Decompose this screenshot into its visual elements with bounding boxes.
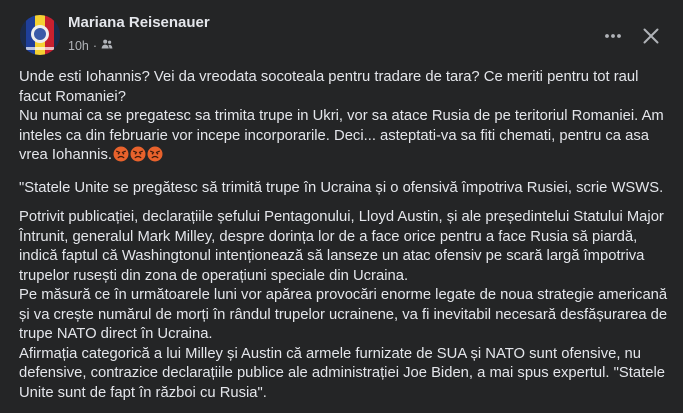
post-paragraph: "Statele Unite se pregătesc să trimită t… (19, 179, 664, 196)
angry-face-emoji (130, 146, 146, 169)
post-paragraph: Unde esti Iohannis? Vei da vreodata soco… (19, 68, 669, 169)
post-actions (597, 20, 667, 52)
avatar[interactable] (20, 15, 60, 55)
facebook-post: Mariana Reisenauer 10h · Unde esti Iohan… (0, 0, 683, 411)
post-paragraph: Potrivit publicației, declarațiile șeful… (19, 209, 668, 401)
post-header: Mariana Reisenauer 10h · (16, 12, 667, 56)
close-icon[interactable] (635, 20, 667, 52)
meta-separator: · (92, 38, 98, 53)
avatar-image (20, 15, 60, 55)
friends-icon[interactable] (101, 38, 113, 53)
angry-face-emoji (147, 146, 163, 169)
post-content: Unde esti Iohannis? Vei da vreodata soco… (19, 68, 669, 413)
post-meta: 10h · (68, 38, 113, 53)
more-horizontal-icon[interactable] (597, 20, 629, 52)
angry-face-emoji (113, 146, 129, 169)
author-name[interactable]: Mariana Reisenauer (68, 14, 210, 31)
post-timestamp[interactable]: 10h (68, 39, 89, 53)
